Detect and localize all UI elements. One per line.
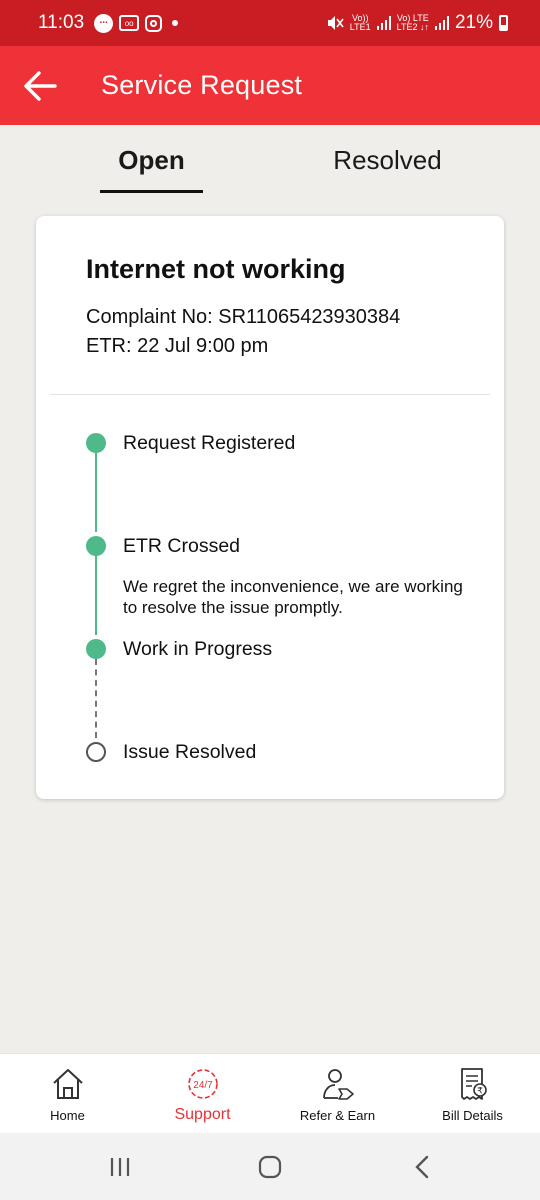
timeline-step-dot-pending	[86, 742, 106, 762]
timeline-step-label: Work in Progress	[123, 638, 273, 660]
signal-2-icon	[434, 16, 449, 30]
svg-text:₹: ₹	[477, 1087, 483, 1097]
back-button[interactable]	[0, 46, 80, 125]
support-badge-text: 24/7	[193, 1080, 213, 1091]
system-navigation-bar	[0, 1133, 540, 1200]
system-back-button[interactable]	[382, 1133, 462, 1200]
bill-details-icon: ₹	[453, 1064, 493, 1104]
etr-date: ETR: 22 Jul 9:00 pm	[86, 335, 269, 357]
chevron-left-icon	[415, 1155, 429, 1178]
timeline-step-label: Issue Resolved	[123, 741, 257, 763]
battery-icon	[499, 15, 508, 31]
timeline-step-dot-completed	[86, 433, 106, 453]
page-title: Service Request	[101, 70, 303, 100]
nav-bill-details[interactable]: ₹ Bill Details	[405, 1054, 540, 1133]
instagram-icon	[145, 14, 163, 32]
timeline-step-label: Request Registered	[123, 432, 296, 454]
network-2-sub: LTE2 ↓↑	[396, 22, 429, 32]
support-24-7-icon: 24/7	[183, 1064, 223, 1104]
service-request-card[interactable]: Internet not working Complaint No: SR110…	[36, 216, 504, 799]
nav-bill-details-label: Bill Details	[442, 1108, 503, 1123]
tab-resolved[interactable]: Resolved	[320, 125, 455, 195]
network-1-sub: LTE1	[349, 22, 371, 32]
app-header: Service Request	[0, 46, 540, 125]
nav-support-label: Support	[174, 1106, 231, 1123]
nav-refer-earn-label: Refer & Earn	[299, 1108, 376, 1123]
timeline-connector-pending	[95, 659, 97, 738]
timeline-step-label: ETR Crossed	[123, 535, 241, 557]
divider	[50, 394, 490, 395]
bottom-navigation: Home 24/7 Support Refer & Earn ₹ Bill De…	[0, 1053, 540, 1133]
home-circle-icon	[258, 1155, 282, 1178]
more-notifications-icon	[172, 20, 179, 26]
signal-1-icon	[376, 16, 391, 30]
timeline-step-dot-completed	[86, 639, 106, 659]
tab-bar: Open Resolved	[0, 125, 540, 195]
timeline-connector	[95, 453, 97, 532]
status-bar: 11:03 ... oo Vo)) LTE1 Vo) LTE LTE2 ↓↑ 2…	[0, 0, 540, 46]
system-status-icons: Vo)) LTE1 Vo) LTE LTE2 ↓↑ 21%	[326, 12, 508, 34]
arrow-left-icon	[24, 70, 57, 101]
timeline-connector	[95, 556, 97, 635]
nav-home-label: Home	[50, 1108, 85, 1123]
request-title: Internet not working	[86, 254, 346, 284]
home-icon	[48, 1064, 88, 1104]
network-2: Vo) LTE LTE2 ↓↑	[397, 14, 429, 32]
voicemail-icon: oo	[119, 15, 140, 31]
battery-percent: 21%	[454, 12, 493, 33]
nav-support[interactable]: 24/7 Support	[135, 1054, 270, 1133]
nav-refer-earn[interactable]: Refer & Earn	[270, 1054, 405, 1133]
tab-open[interactable]: Open	[100, 125, 203, 195]
recent-apps-button[interactable]	[80, 1133, 160, 1200]
notification-icons: ... oo	[94, 13, 179, 33]
nav-home[interactable]: Home	[0, 1054, 135, 1133]
mute-icon	[327, 16, 344, 30]
message-icon: ...	[94, 13, 114, 33]
refer-earn-icon	[318, 1064, 358, 1104]
timeline-step-description: We regret the inconvenience, we are work…	[123, 577, 463, 617]
network-1: Vo)) LTE1	[350, 14, 371, 32]
recent-apps-icon	[110, 1157, 130, 1176]
status-time: 11:03	[38, 12, 85, 33]
complaint-number: Complaint No: SR11065423930384	[86, 306, 401, 328]
home-system-button[interactable]	[230, 1133, 310, 1200]
timeline-step-dot-completed	[86, 536, 106, 556]
